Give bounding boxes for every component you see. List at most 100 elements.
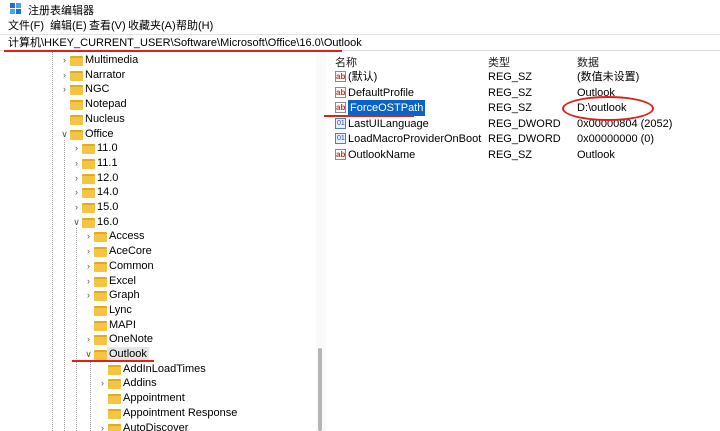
chevron-right-icon[interactable]: › [60,68,69,83]
tree-item[interactable]: › Addins [98,376,325,391]
tree-item-label: Office [85,127,114,140]
chevron-right-icon[interactable]: › [98,421,107,431]
tree-item-label: Access [109,230,145,243]
value-data: 0x00000000 (0) [577,133,655,145]
tree-item[interactable]: › 14.0 [72,185,325,200]
value-row[interactable]: 01 LoadMacroProviderOnBoot REG_DWORD 0x0000… [327,131,720,147]
tree-item-label: Excel [109,274,136,287]
column-header-data[interactable]: 数据 [577,54,599,70]
tree-connector-line [90,360,91,431]
folder-icon [94,276,107,287]
value-type: REG_SZ [488,71,533,83]
address-path[interactable]: 计算机\HKEY_CURRENT_USER\Software\Microsoft… [8,36,362,50]
folder-icon [94,232,107,243]
value-row[interactable]: ab (默认) REG_SZ (数值未设置) [327,69,720,85]
tree-item[interactable]: › 11.1 [72,156,325,171]
tree-item[interactable]: ∨ 16.0 [72,215,325,230]
tree-item-label: 11.0 [97,142,118,155]
chevron-right-icon[interactable]: › [84,259,93,274]
data-circle-annotation [562,96,654,121]
folder-icon [108,394,121,405]
outlook-underline-annotation [72,360,154,362]
address-bar[interactable]: 计算机\HKEY_CURRENT_USER\Software\Microsoft… [0,34,720,51]
chevron-right-icon[interactable]: › [72,185,81,200]
folder-icon [108,423,121,431]
tree-item-label: Addins [123,377,157,390]
tree-item[interactable]: › 11.0 [72,141,325,156]
folder-icon [108,364,121,375]
tree-item[interactable]: › 12.0 [72,171,325,186]
tree-connector-line [52,52,53,431]
tree-item[interactable]: › NGC [60,82,325,97]
chevron-right-icon[interactable]: › [98,376,107,391]
tree-item[interactable]: Lync [84,303,325,318]
tree-item[interactable]: › Excel [84,274,325,289]
chevron-right-icon[interactable]: › [60,53,69,68]
chevron-right-icon[interactable]: › [72,141,81,156]
menu-favorites[interactable]: 收藏夹(A) [128,18,176,34]
menu-help[interactable]: 帮助(H) [176,18,213,34]
chevron-right-icon[interactable]: › [84,244,93,259]
tree-item[interactable]: › AutoDiscover [98,421,325,431]
column-header-name[interactable]: 名称 [335,54,357,70]
tree-item[interactable]: Appointment [98,391,325,406]
menu-file[interactable]: 文件(F) [8,18,44,34]
tree-item[interactable]: Nucleus [60,112,325,127]
tree-item[interactable]: › Common [84,259,325,274]
value-type: REG_DWORD [488,117,561,130]
tree-item-label: Appointment [123,392,185,405]
tree-item[interactable]: › Narrator [60,68,325,83]
tree-item[interactable]: Notepad [60,97,325,112]
chevron-right-icon[interactable]: › [72,156,81,171]
tree-scrollbar-thumb[interactable] [318,348,322,431]
chevron-right-icon[interactable]: › [84,274,93,289]
value-row[interactable]: ab DefaultProfile REG_SZ Outlook [327,85,720,101]
chevron-right-icon[interactable]: › [84,332,93,347]
value-row[interactable]: 01 LastUILanguage REG_DWORD 0x00000804 (205… [327,116,720,132]
folder-icon [70,56,83,66]
tree-item[interactable]: Appointment Response [98,406,325,421]
string-value-icon: ab [335,148,346,160]
tree-item-label: Nucleus [85,112,125,125]
folder-icon [94,350,107,360]
menu-edit[interactable]: 编辑(E) [50,18,87,34]
chevron-right-icon[interactable]: › [60,82,69,97]
tree-item-label: Multimedia [85,54,139,66]
value-name: DefaultProfile [348,86,415,99]
value-row[interactable]: ab OutlookName REG_SZ Outlook [327,147,720,163]
tree-item[interactable]: › Graph [84,288,325,303]
binary-value-icon: 01 [335,133,346,144]
folder-icon [82,173,95,184]
folder-icon [94,320,107,331]
folder-icon [70,85,83,96]
column-header-type[interactable]: 类型 [488,54,510,70]
tree-item[interactable]: MAPI [84,318,325,333]
tree-item[interactable]: › OneNote [84,332,325,347]
folder-icon [94,335,107,346]
folder-icon [94,261,107,272]
chevron-right-icon[interactable]: › [72,200,81,215]
tree-item-label: AceCore [109,245,152,258]
value-data: Outlook [577,148,615,161]
chevron-right-icon[interactable]: › [72,171,81,186]
tree-item[interactable]: ∨ Office [60,127,325,142]
tree-item-label: MAPI [109,318,136,331]
value-type: REG_SZ [488,102,533,114]
value-row[interactable]: ab ForceOSTPath REG_SZ D:\outlook [327,100,720,116]
tree-item[interactable]: › Multimedia [60,53,325,68]
string-value-icon: ab [335,102,346,113]
key-tree[interactable]: › Multimedia › Narrator › NGC Notepad Nucleus ∨ O… [0,52,326,431]
tree-item-label: Lync [109,303,132,316]
folder-icon [70,70,83,81]
value-type: REG_DWORD [488,133,561,145]
tree-item[interactable]: AddInLoadTimes [98,362,325,377]
menu-view[interactable]: 查看(V) [89,18,126,34]
value-name: (默认) [348,71,378,83]
tree-item[interactable]: › 15.0 [72,200,325,215]
chevron-right-icon[interactable]: › [84,229,93,244]
chevron-right-icon[interactable]: › [84,288,93,303]
tree-item[interactable]: › AceCore [84,244,325,259]
tree-item[interactable]: › Access [84,229,325,244]
tree-item-label: AutoDiscover [123,421,189,431]
value-type: REG_SZ [488,148,533,161]
